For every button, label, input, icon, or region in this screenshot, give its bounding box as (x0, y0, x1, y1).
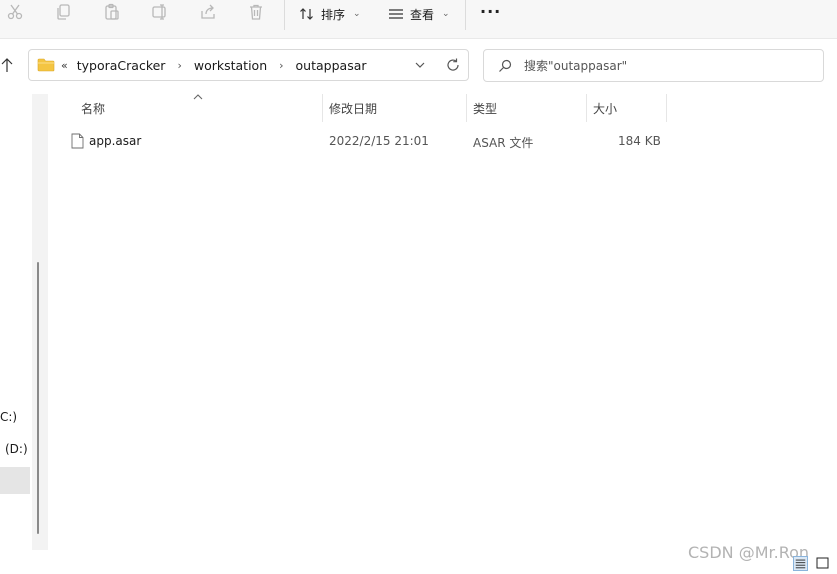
breadcrumb-outappasar[interactable]: outappasar (296, 58, 367, 73)
toolbar-divider (284, 0, 285, 30)
file-icon (71, 133, 84, 149)
details-view-button[interactable] (793, 556, 808, 571)
command-bar: 排序 ⌄ 查看 ⌄ ··· (0, 0, 837, 39)
column-divider[interactable] (322, 94, 323, 122)
nav-item-selected[interactable] (0, 467, 30, 494)
view-icon (389, 9, 403, 19)
breadcrumb-typoracracker[interactable]: typoraCracker (77, 58, 166, 73)
chevron-right-icon[interactable]: › (279, 59, 283, 72)
breadcrumb-workstation[interactable]: workstation (194, 58, 267, 73)
search-icon (498, 59, 512, 73)
column-header-type[interactable]: 类型 (473, 100, 497, 117)
column-header-size[interactable]: 大小 (593, 100, 617, 117)
file-size: 184 KB (618, 134, 661, 148)
toolbar-divider (465, 0, 466, 30)
tiles-view-button[interactable] (815, 556, 830, 571)
nav-pane-scrollbar-thumb[interactable] (37, 262, 39, 534)
sort-button[interactable]: 排序 ⌄ (299, 3, 361, 25)
up-arrow-icon[interactable] (0, 56, 14, 74)
copy-icon[interactable] (55, 3, 77, 25)
more-options-button[interactable]: ··· (480, 2, 501, 21)
column-header-modified[interactable]: 修改日期 (329, 100, 377, 117)
rename-icon[interactable] (151, 3, 173, 25)
share-icon[interactable] (199, 3, 221, 25)
search-input[interactable]: 搜索"outappasar" (524, 57, 627, 74)
column-divider[interactable] (666, 94, 667, 122)
column-divider[interactable] (466, 94, 467, 122)
file-name[interactable]: app.asar (89, 134, 141, 148)
nav-item-drive-c[interactable]: C:) (0, 410, 17, 424)
file-type: ASAR 文件 (473, 136, 534, 150)
delete-icon[interactable] (247, 3, 269, 25)
chevron-right-icon[interactable]: › (177, 59, 181, 72)
watermark-text: CSDN @Mr.Ron (688, 543, 810, 562)
sort-icon (300, 8, 313, 20)
column-header-name[interactable]: 名称 (81, 100, 105, 117)
breadcrumb-overflow[interactable]: « (61, 59, 68, 72)
column-divider[interactable] (586, 94, 587, 122)
folder-icon (37, 58, 55, 72)
paste-icon[interactable] (103, 3, 125, 25)
view-label: 查看 (410, 7, 435, 22)
chevron-down-icon[interactable] (413, 58, 427, 72)
address-bar[interactable]: « typoraCracker › workstation › outappas… (28, 49, 469, 81)
nav-item-drive-d[interactable]: (D:) (5, 442, 28, 456)
chevron-down-icon: ⌄ (353, 9, 361, 19)
file-modified: 2022/2/15 21:01 (329, 134, 429, 148)
chevron-down-icon: ⌄ (442, 9, 450, 19)
refresh-icon[interactable] (445, 57, 461, 73)
sort-ascending-icon (193, 90, 203, 100)
view-button[interactable]: 查看 ⌄ (388, 3, 450, 25)
search-box[interactable]: 搜索"outappasar" (483, 49, 824, 82)
nav-pane-scrollbar[interactable] (32, 94, 48, 550)
cut-icon[interactable] (6, 3, 28, 25)
sort-label: 排序 (321, 7, 346, 22)
